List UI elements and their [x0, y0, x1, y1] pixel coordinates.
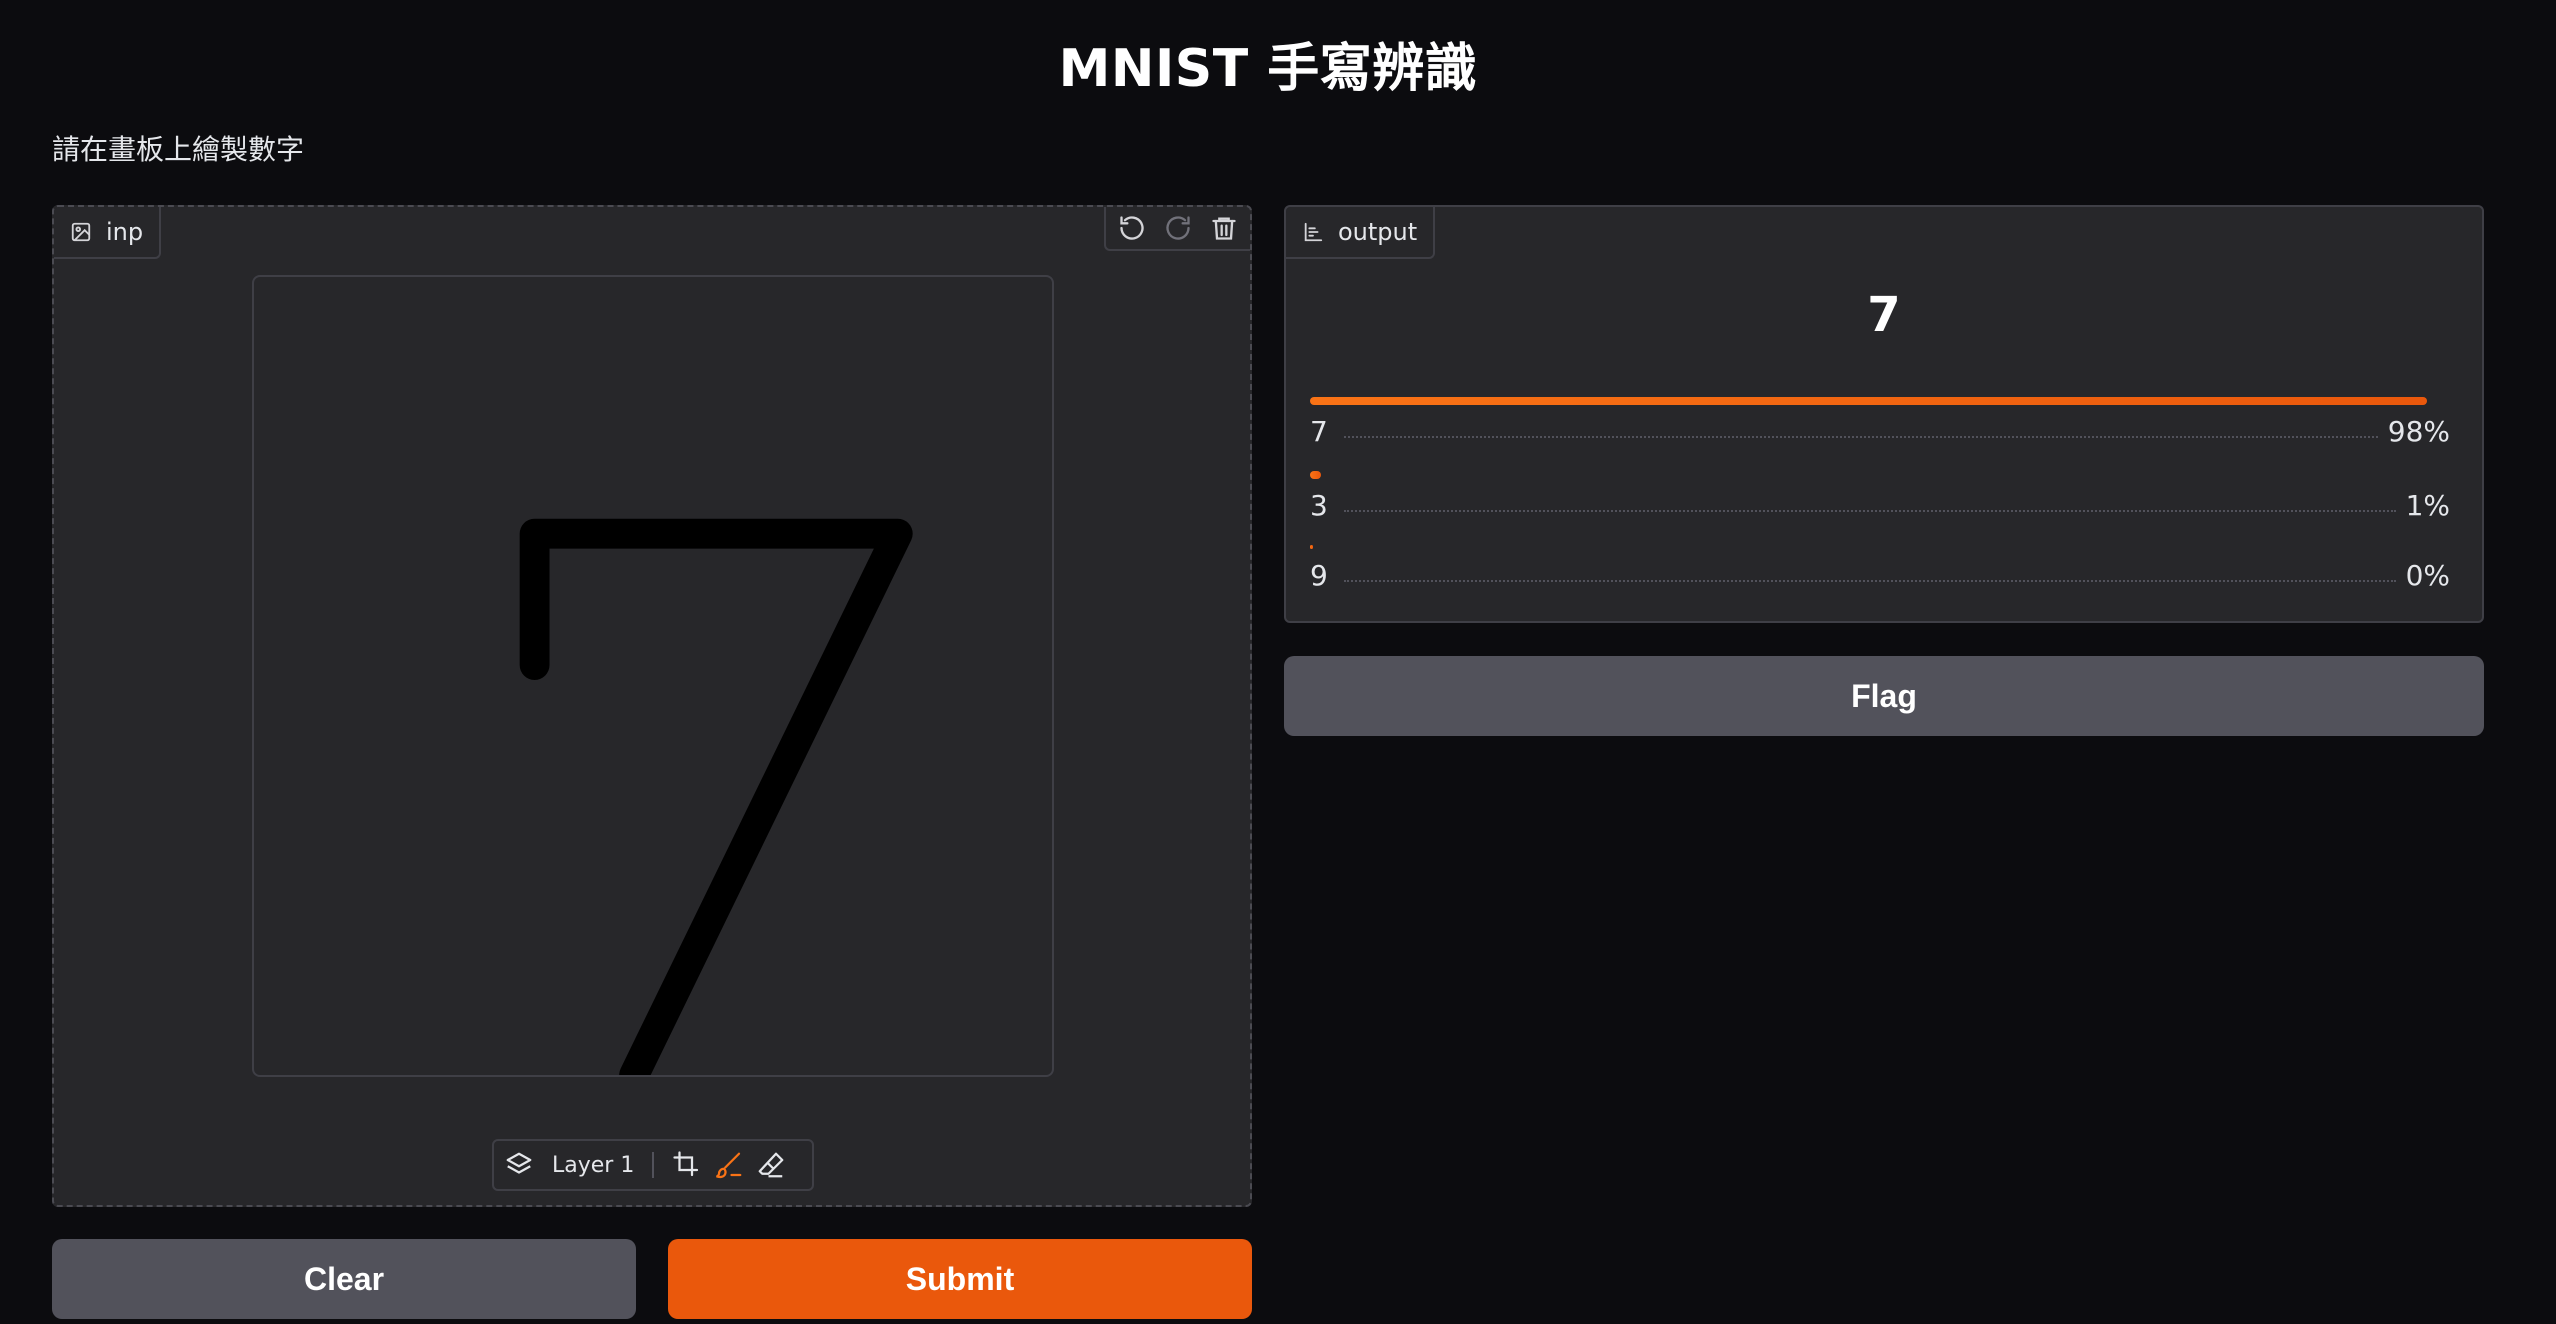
- bar-chart-icon: [1304, 222, 1323, 242]
- confidence-list: 7 98% 3 1% 9 0%: [1310, 397, 2450, 619]
- dotted-leader: [1344, 435, 2378, 438]
- drawing-canvas[interactable]: [252, 275, 1054, 1077]
- flag-button[interactable]: Flag: [1284, 656, 2484, 736]
- input-sketchpad-panel: inp Layer 1: [52, 205, 1252, 1207]
- crop-icon[interactable]: [672, 1150, 702, 1180]
- page-description: 請在畫板上繪製數字: [52, 133, 305, 166]
- confidence-item: 3 1%: [1310, 471, 2450, 545]
- confidence-bar: [1310, 471, 1322, 479]
- eraser-icon[interactable]: [756, 1150, 786, 1180]
- undo-icon: [1120, 216, 1144, 240]
- predicted-label: 7: [1867, 287, 1901, 343]
- canvas-toolbar: [1104, 207, 1250, 251]
- dotted-leader: [1344, 509, 2396, 512]
- trash-icon: [1212, 217, 1236, 240]
- input-label-tag: inp: [54, 207, 162, 259]
- layer-name[interactable]: Layer 1: [552, 1153, 634, 1178]
- submit-button[interactable]: Submit: [668, 1239, 1252, 1319]
- layer-toolbar: Layer 1: [492, 1139, 814, 1191]
- confidence-bar: [1310, 397, 2428, 405]
- redo-button[interactable]: [1160, 210, 1196, 246]
- confidence-percent: 0%: [2405, 559, 2450, 592]
- confidence-item: 9 0%: [1310, 545, 2450, 619]
- confidence-bar: [1310, 545, 1314, 549]
- brush-icon[interactable]: [714, 1150, 744, 1180]
- drawn-digit-stroke: [519, 518, 913, 1075]
- clear-canvas-button[interactable]: [1206, 210, 1242, 246]
- toolbar-divider: [652, 1152, 655, 1178]
- output-label-panel: output 7 7 98% 3 1% 9 0%: [1284, 205, 2484, 623]
- confidence-class: 9: [1310, 559, 1328, 592]
- output-label-tag: output: [1286, 207, 1436, 259]
- image-icon: [71, 222, 91, 242]
- clear-button[interactable]: Clear: [52, 1239, 636, 1319]
- confidence-percent: 1%: [2405, 489, 2450, 522]
- redo-icon: [1166, 216, 1190, 240]
- confidence-percent: 98%: [2387, 415, 2450, 448]
- page-title: MNIST 手寫辨識: [1058, 39, 1478, 99]
- dotted-leader: [1344, 579, 2396, 582]
- input-label: inp: [106, 218, 144, 246]
- layers-icon[interactable]: [504, 1150, 534, 1180]
- confidence-class: 7: [1310, 415, 1328, 448]
- confidence-item: 7 98%: [1310, 397, 2450, 471]
- undo-button[interactable]: [1114, 210, 1150, 246]
- output-label: output: [1338, 218, 1418, 246]
- confidence-class: 3: [1310, 489, 1328, 522]
